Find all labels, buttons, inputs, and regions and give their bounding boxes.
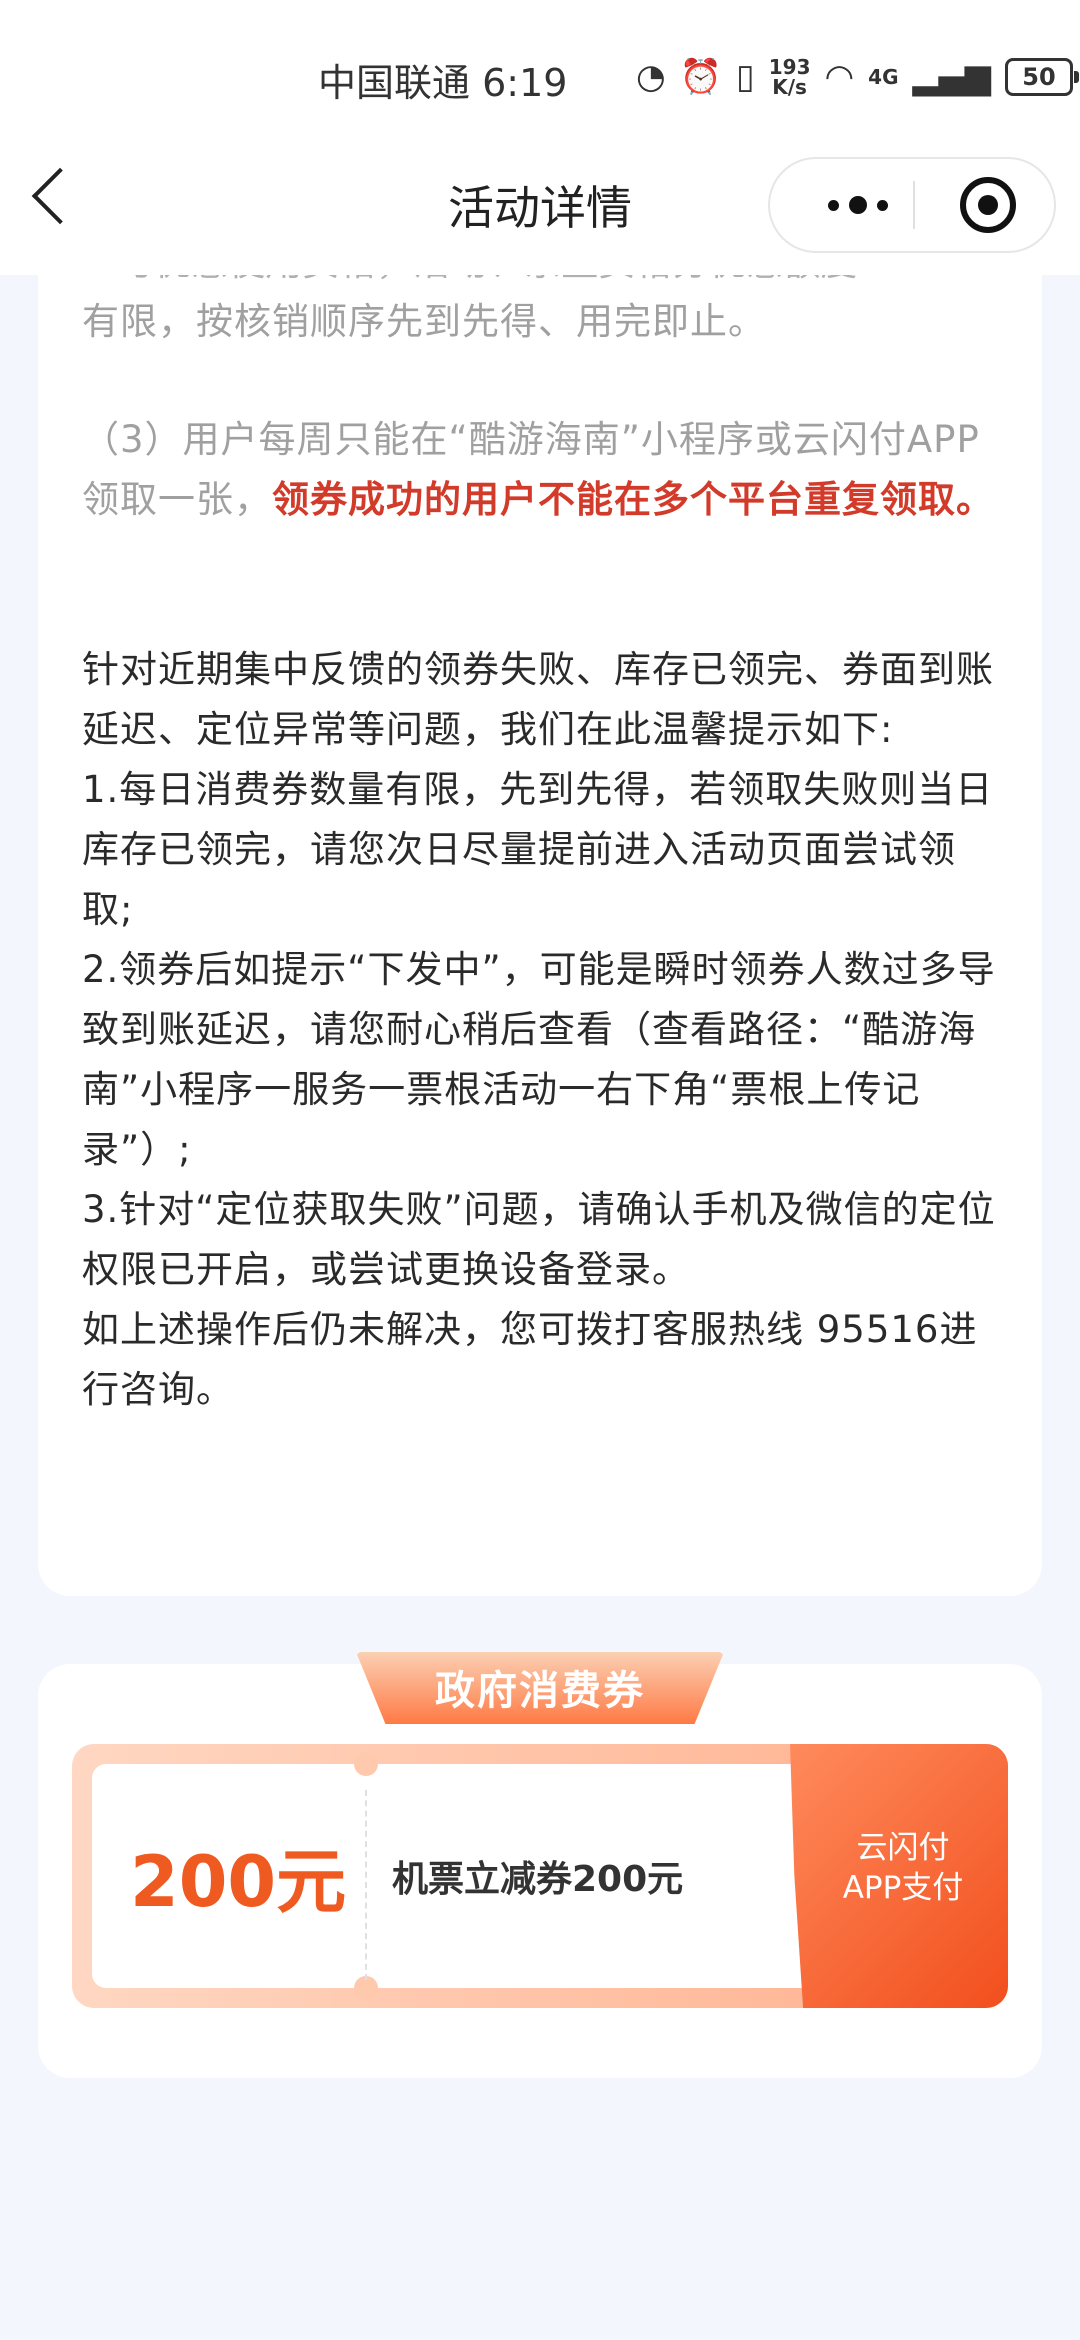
coupon-amount: 200元 [130,1841,347,1923]
vibrate-icon: ▯ [736,57,755,97]
notice-item-1: 1.每日消费券数量有限，先到先得，若领取失败则当日库存已领完，请您次日尽量提前进… [82,768,994,931]
notice-item-2: 2.领券后如提示“下发中”，可能是瞬时领券人数过多导致到账延迟，请您耐心稍后查看… [82,948,996,1171]
more-dots-icon-center [849,196,867,214]
status-bar: 中国联通 6:19 ◔ ⏰ ▯ 193 K/s ◠ 4G ▂▄▆ 50 [0,0,1080,150]
carrier-time: 中国联通 6:19 [318,61,568,105]
rule-item-3: （3）用户每周只能在“酷游海南”小程序或云闪付APP领取一张，领券成功的用户不能… [82,410,1002,530]
close-mini-program-button[interactable] [960,177,1016,233]
alarm-icon: ⏰ [679,57,723,97]
capsule-divider [913,181,915,229]
signal-icon: ▂▄▆ [912,57,991,97]
coupon-tag-label: 政府消费券 [435,1668,645,1714]
coupon-description: 机票立减券200元 [392,1859,684,1900]
more-menu-button[interactable] [808,159,908,251]
wifi-icon: ◠ [824,57,855,97]
rule-text-line: 有限，按核销顺序先到先得、用完即止。 [82,300,766,343]
more-dots-icon-right [877,199,888,211]
rule-item-3-highlight: 领券成功的用户不能在多个平台重复领取。 [272,478,994,521]
ticket-notch-top [354,1752,378,1776]
ticket-divider [365,1790,367,1980]
notice-item-3: 3.针对“定位获取失败”问题，请确认手机及微信的定位权限已开启，或尝试更换设备登… [82,1188,996,1291]
speedometer-icon: ◔ [636,57,666,97]
target-circle-core [978,195,998,215]
notice-block: 针对近期集中反馈的领券失败、库存已领完、券面到账延迟、定位异常等问题，我们在此温… [82,640,1002,1420]
more-dots-icon [828,199,839,211]
network-type: 4G [868,65,899,89]
notice-intro: 针对近期集中反馈的领券失败、库存已领完、券面到账延迟、定位异常等问题，我们在此温… [82,648,994,751]
pay-button-label[interactable]: 云闪付 APP支付 [798,1828,1008,1908]
coupon-tag: 政府消费券 [356,1652,724,1724]
mini-program-capsule [768,157,1056,253]
status-icons: ◔ ⏰ ▯ 193 K/s ◠ 4G ▂▄▆ 50 [636,52,1079,102]
battery-icon: 50 [1004,58,1079,96]
net-speed: 193 K/s [768,55,811,99]
notice-hotline: 如上述操作后仍未解决，您可拨打客服热线 95516进行咨询。 [82,1308,978,1411]
